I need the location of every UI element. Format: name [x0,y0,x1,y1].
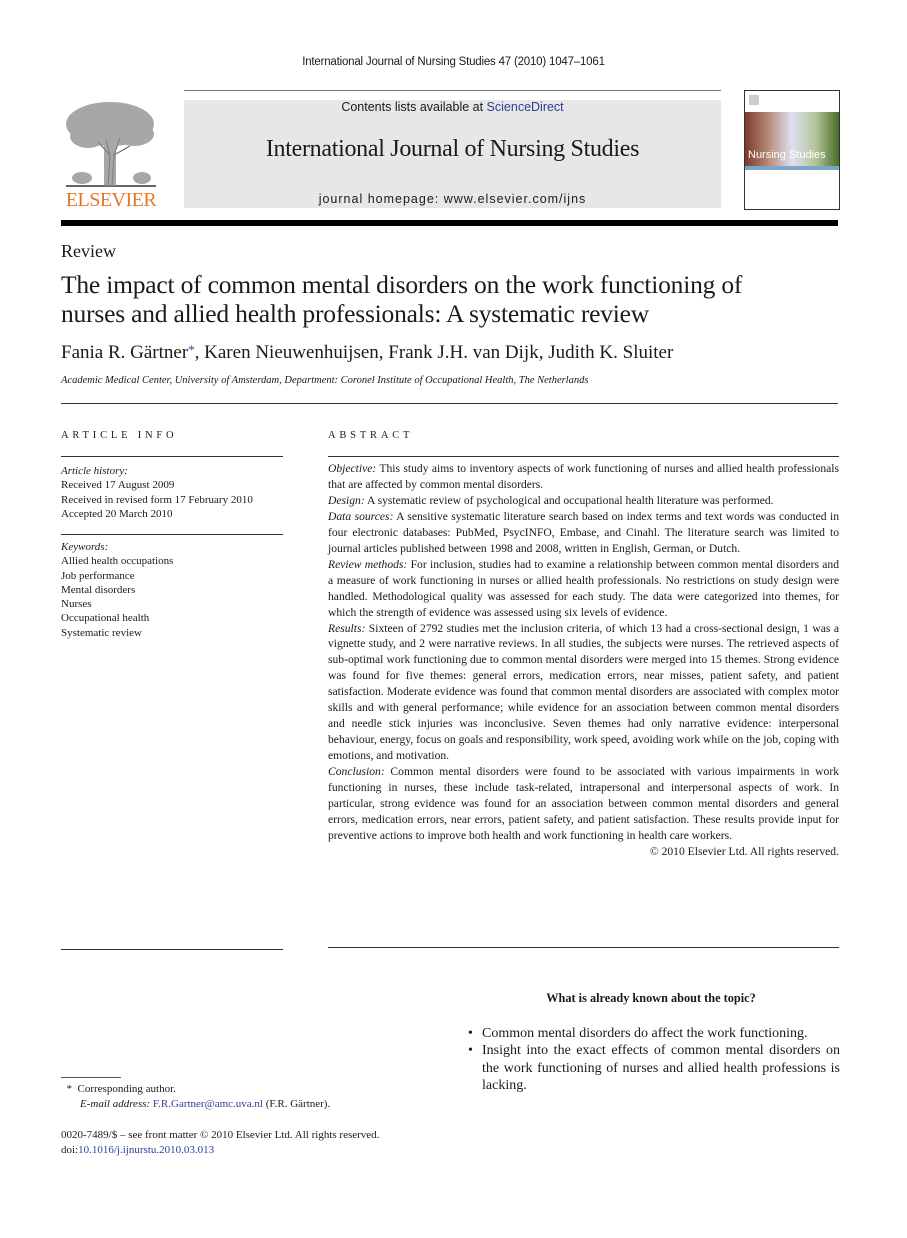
section-label: Design: [328,493,365,507]
contents-line: Contents lists available at ScienceDirec… [184,100,721,114]
abstract-bottom-rule [328,947,839,948]
section-label: Conclusion: [328,765,385,779]
article-title: The impact of common mental disorders on… [61,270,841,328]
section-label: Review methods: [328,557,408,571]
author-name: Frank J.H. van Dijk [388,342,539,363]
article-info-heading: ARTICLE INFO [61,430,178,441]
doi-line: doi:10.1016/j.ijnurstu.2010.03.013 [61,1143,379,1158]
keyword: Mental disorders [61,583,136,596]
article-title-line-2: nurses and allied health professionals: … [61,299,650,328]
section-text: A systematic review of psychological and… [364,493,774,507]
tree-icon [66,102,156,187]
author-separator: , [378,342,389,363]
known-bullet: • Common mental disorders do affect the w… [468,1025,840,1042]
footnote-marker: * [66,1083,73,1095]
cover-stripe [745,166,839,170]
history-accepted: Accepted 20 March 2010 [61,507,173,520]
abstract-data-sources: Data sources: A sensitive systematic lit… [328,509,839,557]
article-history-label: Article history: [61,465,128,477]
corresponding-author-note: * Corresponding author. [61,1082,330,1097]
affiliation-rule [61,403,838,404]
section-text: This study aims to inventory aspects of … [328,462,839,491]
abstract-rule [328,456,839,457]
email-line: E-mail address: F.R.Gartner@amc.uva.nl (… [61,1097,330,1112]
doi-label: doi: [61,1144,79,1156]
running-head: International Journal of Nursing Studies… [302,56,605,68]
email-label: E-mail address: [80,1098,151,1110]
abstract-heading: ABSTRACT [328,430,414,441]
section-text: Common mental disorders were found to be… [328,765,839,842]
abstract-body: Objective: This study aims to inventory … [328,461,839,860]
section-text: A sensitive systematic literature search… [328,509,839,555]
header-thick-rule [61,220,838,226]
section-text: Sixteen of 2792 studies met the inclusio… [328,621,839,763]
known-bullet: • Insight into the exact effects of commo… [468,1042,840,1094]
journal-masthead: Contents lists available at ScienceDirec… [184,100,721,208]
article-title-line-1: The impact of common mental disorders on… [61,270,743,299]
article-type: Review [61,241,116,261]
sciencedirect-link[interactable]: ScienceDirect [487,100,564,114]
known-heading: What is already known about the topic? [546,991,756,1005]
corresponding-label: Corresponding author. [77,1083,176,1095]
keyword: Allied health occupations [61,555,174,568]
masthead-top-rule [184,90,721,91]
abstract-results: Results: Sixteen of 2792 studies met the… [328,621,839,765]
email-link[interactable]: F.R.Gartner@amc.uva.nl [153,1098,263,1110]
article-info-bottom-rule [61,949,283,950]
affiliation: Academic Medical Center, University of A… [61,375,589,386]
author-name: Karen Nieuwenhuijsen [204,342,379,363]
section-label: Results: [328,621,366,635]
keyword: Occupational health [61,612,150,625]
contents-prefix: Contents lists available at [341,100,487,114]
abstract-conclusion: Conclusion: Common mental disorders were… [328,764,839,844]
bullet-icon: • [468,1043,473,1059]
cover-title: Nursing Studies [748,149,826,161]
keywords-label: Keywords: [61,541,109,553]
article-history: Article history: Received 17 August 2009… [61,464,253,521]
front-matter: 0020-7489/$ – see front matter © 2010 El… [61,1128,379,1158]
abstract-review-methods: Review methods: For inclusion, studies h… [328,557,839,621]
section-label: Objective: [328,462,377,475]
email-suffix: (F.R. Gärtner). [262,1098,331,1110]
history-received: Received 17 August 2009 [61,479,175,492]
author-name: Fania R. Gärtner [61,342,189,363]
bullet-text: Insight into the exact effects of common… [482,1043,840,1093]
author-separator: , [538,342,549,363]
journal-name: International Journal of Nursing Studies [265,136,640,162]
doi-link[interactable]: 10.1016/j.ijnurstu.2010.03.013 [78,1144,214,1156]
author-list: Fania R. Gärtner*, Karen Nieuwenhuijsen,… [61,342,673,364]
section-label: Data sources: [328,509,394,523]
journal-cover-thumbnail[interactable]: Nursing Studies [744,90,840,210]
known-about-topic-box: What is already known about the topic? •… [462,991,840,1094]
author-name: Judith K. Sluiter [548,342,674,363]
issn-line: 0020-7489/$ – see front matter © 2010 El… [61,1129,380,1141]
history-revised: Received in revised form 17 February 201… [61,493,253,506]
keywords: Keywords: Allied health occupations Job … [61,540,173,640]
footnote: * Corresponding author. E-mail address: … [61,1082,331,1112]
journal-homepage-link[interactable]: journal homepage: www.elsevier.com/ijns [184,192,721,206]
publisher-logo-text: ELSEVIER [65,189,157,211]
keyword: Job performance [61,569,135,582]
footnote-rule [61,1077,121,1078]
bullet-text: Common mental disorders do affect the wo… [482,1026,808,1041]
elsevier-logo[interactable]: ELSEVIER [60,100,162,212]
cover-publisher-mark [749,95,759,105]
article-info-rule [61,456,283,457]
abstract-copyright: © 2010 Elsevier Ltd. All rights reserved… [649,844,839,858]
keyword: Systematic review [61,626,142,639]
abstract-objective: Objective: This study aims to inventory … [328,461,839,493]
author-separator: , [194,342,205,363]
abstract-design: Design: A systematic review of psycholog… [328,493,839,509]
known-bullets: • Common mental disorders do affect the w… [462,1025,840,1094]
keywords-rule [61,534,283,535]
bullet-icon: • [468,1026,473,1041]
keyword: Nurses [61,598,92,611]
